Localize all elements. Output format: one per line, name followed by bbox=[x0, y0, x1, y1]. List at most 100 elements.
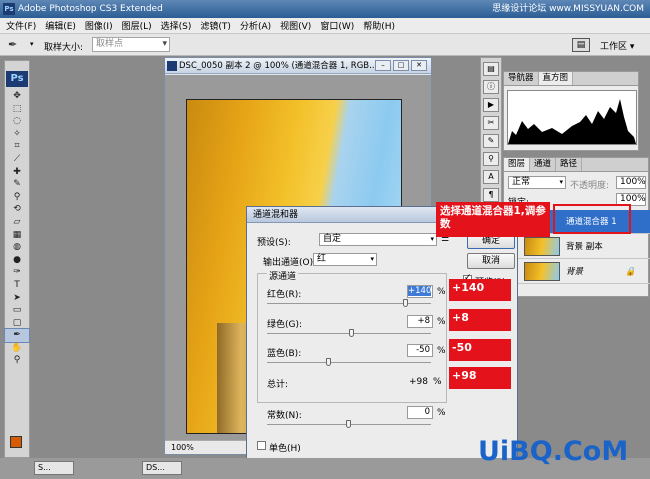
pen-tool-icon[interactable]: ✑ bbox=[5, 266, 29, 279]
percent-label: % bbox=[437, 317, 446, 327]
minimize-icon[interactable]: – bbox=[375, 60, 391, 71]
brush-tool-icon[interactable]: ✎ bbox=[5, 178, 29, 191]
close-icon[interactable]: ✕ bbox=[411, 60, 427, 71]
blue-slider-track[interactable] bbox=[267, 362, 431, 363]
opacity-input[interactable]: 100% bbox=[616, 176, 646, 189]
minimized-document-2[interactable]: DS... bbox=[142, 461, 182, 475]
photoshop-icon bbox=[167, 61, 177, 71]
tab-layers[interactable]: 图层 bbox=[504, 158, 531, 171]
red-input[interactable]: +140 bbox=[407, 285, 433, 298]
lock-icon: 🔒 bbox=[625, 267, 636, 277]
layer-row-background[interactable]: 背景 🔒 bbox=[504, 260, 650, 284]
foreground-color-swatch[interactable] bbox=[10, 436, 22, 448]
menu-analysis[interactable]: 分析(A) bbox=[240, 19, 271, 32]
path-select-tool-icon[interactable]: ➤ bbox=[5, 292, 29, 305]
zoom-level[interactable]: 100% bbox=[171, 443, 194, 452]
history-brush-tool-icon[interactable]: ⟲ bbox=[5, 203, 29, 216]
menu-edit[interactable]: 编辑(E) bbox=[45, 19, 76, 32]
blue-label: 蓝色(B): bbox=[267, 349, 302, 359]
maximize-icon[interactable]: □ bbox=[393, 60, 409, 71]
constant-label: 常数(N): bbox=[267, 411, 302, 421]
menu-image[interactable]: 图像(I) bbox=[85, 19, 113, 32]
app-title: Adobe Photoshop CS3 Extended bbox=[18, 4, 163, 14]
move-tool-icon[interactable]: ✥ bbox=[5, 90, 29, 103]
toolbox: Ps ✥ ⬚ ◌ ✧ ⌗ ⟋ ✚ ✎ ⚲ ⟲ ▱ ▦ ◍ ● ✑ T ➤ ▭ ▢… bbox=[4, 60, 30, 458]
annotation-highlight-frame bbox=[553, 204, 631, 234]
dodge-tool-icon[interactable]: ● bbox=[5, 254, 29, 267]
blue-input[interactable]: -50 bbox=[407, 344, 433, 357]
menu-help[interactable]: 帮助(H) bbox=[363, 19, 395, 32]
notes-tool-icon[interactable]: ▢ bbox=[5, 317, 29, 330]
watermark-text: 思缘设计论坛 www.MISSYUAN.COM bbox=[492, 4, 644, 14]
menu-view[interactable]: 视图(V) bbox=[280, 19, 311, 32]
menu-layer[interactable]: 图层(L) bbox=[122, 19, 152, 32]
menu-bar: 文件(F) 编辑(E) 图像(I) 图层(L) 选择(S) 滤镜(T) 分析(A… bbox=[0, 18, 650, 34]
output-channel-select[interactable]: 红 ▾ bbox=[313, 253, 377, 266]
menu-file[interactable]: 文件(F) bbox=[6, 19, 36, 32]
stamp-panel-icon[interactable]: ⚲ bbox=[483, 152, 499, 166]
crop-tool-icon[interactable]: ⌗ bbox=[5, 140, 29, 153]
menu-window[interactable]: 窗口(W) bbox=[320, 19, 354, 32]
layer-thumbnail bbox=[524, 237, 560, 256]
shape-tool-icon[interactable]: ▭ bbox=[5, 304, 29, 317]
hand-tool-icon[interactable]: ✋ bbox=[5, 342, 29, 355]
constant-slider-knob[interactable] bbox=[346, 420, 351, 428]
tools-panel-icon[interactable]: ✂ bbox=[483, 116, 499, 130]
tab-histogram[interactable]: 直方图 bbox=[538, 72, 574, 85]
annotation-red-value: +140 bbox=[449, 279, 511, 301]
chevron-down-icon[interactable]: ▾ bbox=[30, 40, 34, 48]
tab-channels[interactable]: 通道 bbox=[530, 158, 557, 171]
tab-navigator[interactable]: 导航器 bbox=[504, 72, 539, 85]
histogram-panel: 导航器 直方图 bbox=[503, 71, 639, 151]
preset-select[interactable]: 自定 ▾ bbox=[319, 233, 437, 246]
paragraph-panel-icon[interactable]: ¶ bbox=[483, 188, 499, 202]
info-panel-icon[interactable]: ⓘ bbox=[483, 80, 499, 94]
slice-tool-icon[interactable]: ⟋ bbox=[5, 153, 29, 166]
magic-wand-tool-icon[interactable]: ✧ bbox=[5, 128, 29, 141]
source-channels-label: 源通道 bbox=[267, 269, 299, 282]
options-bar: ✒ ▾ 取样大小: 取样点 ▤ 工作区 ▾ bbox=[0, 34, 650, 56]
annotation-callout: 选择通道混合器1,调参数 bbox=[436, 202, 550, 237]
text-panel-icon[interactable]: A bbox=[483, 170, 499, 184]
menu-select[interactable]: 选择(S) bbox=[161, 19, 192, 32]
actions-panel-icon[interactable]: ▶ bbox=[483, 98, 499, 112]
eyedropper-tool-icon[interactable]: ✒ bbox=[4, 328, 30, 343]
bridge-icon[interactable]: ▤ bbox=[572, 38, 590, 52]
monochrome-checkbox[interactable] bbox=[257, 441, 266, 450]
lasso-tool-icon[interactable]: ◌ bbox=[5, 115, 29, 128]
gradient-tool-icon[interactable]: ▦ bbox=[5, 229, 29, 242]
workspace-menu[interactable]: 工作区 ▾ bbox=[600, 39, 634, 52]
blue-slider-knob[interactable] bbox=[325, 358, 331, 366]
green-slider-knob[interactable] bbox=[349, 329, 355, 337]
tab-paths[interactable]: 路径 bbox=[556, 158, 583, 171]
menu-filter[interactable]: 滤镜(T) bbox=[200, 19, 231, 32]
total-value: +98 bbox=[409, 377, 428, 387]
monochrome-label: 单色(H) bbox=[269, 444, 301, 454]
zoom-tool-icon[interactable]: ⚲ bbox=[5, 354, 29, 367]
navigator-panel-icon[interactable]: ▤ bbox=[483, 62, 499, 76]
brushes-panel-icon[interactable]: ✎ bbox=[483, 134, 499, 148]
layer-thumbnail bbox=[524, 262, 560, 281]
blur-tool-icon[interactable]: ◍ bbox=[5, 241, 29, 254]
layer-row-background-copy[interactable]: 背景 副本 bbox=[504, 235, 650, 259]
healing-tool-icon[interactable]: ✚ bbox=[5, 166, 29, 179]
red-label: 红色(R): bbox=[267, 290, 302, 300]
clone-stamp-tool-icon[interactable]: ⚲ bbox=[5, 191, 29, 204]
preset-label: 预设(S): bbox=[257, 238, 291, 248]
annotation-total-value: +98 bbox=[449, 367, 511, 389]
annotation-green-value: +8 bbox=[449, 309, 511, 331]
document-titlebar[interactable]: DSC_0050 副本 2 @ 100% (通道混合器 1, RGB... – … bbox=[165, 58, 431, 74]
blend-mode-select[interactable]: 正常 ▾ bbox=[508, 176, 566, 189]
eyedropper-icon[interactable]: ✒ bbox=[8, 38, 22, 52]
percent-label: % bbox=[433, 377, 442, 387]
eraser-tool-icon[interactable]: ▱ bbox=[5, 216, 29, 229]
green-input[interactable]: +8 bbox=[407, 315, 433, 328]
minimized-document-1[interactable]: S... bbox=[34, 461, 74, 475]
type-tool-icon[interactable]: T bbox=[5, 279, 29, 292]
marquee-tool-icon[interactable]: ⬚ bbox=[5, 103, 29, 116]
constant-input[interactable]: 0 bbox=[407, 406, 433, 419]
percent-label: % bbox=[437, 408, 446, 418]
sample-size-select[interactable]: 取样点 bbox=[92, 37, 170, 52]
cancel-button[interactable]: 取消 bbox=[467, 253, 515, 269]
output-channel-label: 输出通道(O): bbox=[263, 258, 317, 268]
